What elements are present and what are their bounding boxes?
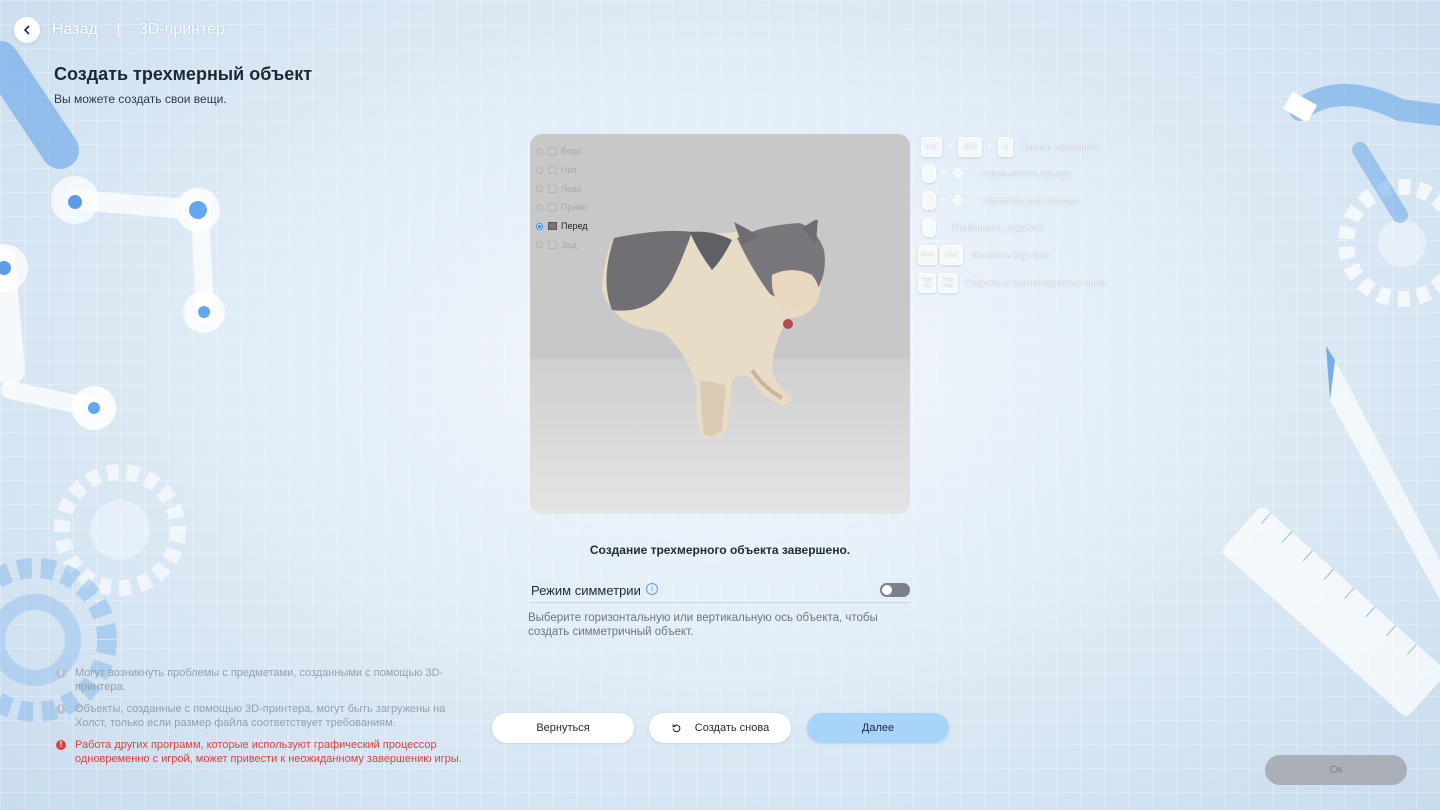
key-page-up: Page Up [918, 273, 936, 293]
shortcut-rotate-camera: + ✥ Изменить угол камеры [922, 191, 1079, 210]
cube-front-icon [548, 222, 557, 231]
shortcut-text: Приблизить, отдалить [952, 222, 1045, 233]
shortcut-up-down: Page Up Page Down Подняться выше/поднять… [918, 273, 1106, 293]
key-end: End [940, 245, 963, 265]
shortcut-text: Изменить угол камеры [983, 195, 1079, 206]
key-shift: Shift [957, 137, 982, 157]
radio-icon [536, 147, 543, 155]
view-option-top[interactable]: Верх [536, 142, 588, 161]
view-option-front[interactable]: Перед [536, 217, 588, 236]
breadcrumb-separator [117, 23, 119, 37]
page-title: Создать трехмерный объект [54, 64, 313, 84]
shortcut-text: Подняться выше/подняться ниже [966, 278, 1106, 288]
cube-left-icon [548, 184, 557, 193]
move-arrows-icon: ✥ [951, 165, 964, 181]
note-text: Работа других программ, которые использу… [75, 739, 462, 765]
cube-top-icon [548, 147, 557, 156]
view-option-bottom[interactable]: Низ [536, 161, 588, 180]
key-page-down: Page Down [938, 273, 958, 293]
radio-icon [536, 185, 543, 193]
plus-icon: + [941, 195, 947, 206]
top-bar: Назад 3D-принтер [14, 16, 225, 44]
model-preview-viewport[interactable]: Верх Низ Лево Право Перед Зад [530, 134, 910, 514]
return-button-label: Вернуться [536, 722, 590, 734]
key-home: Home [918, 245, 938, 265]
info-dot-icon: i [56, 704, 66, 714]
back-link[interactable]: Назад [52, 21, 98, 39]
view-option-right[interactable]: Право [536, 198, 588, 217]
back-arrow-button[interactable] [14, 17, 40, 43]
view-label: Низ [561, 165, 577, 176]
shortcut-wall-view: Home End Изменить вид стен [918, 245, 1050, 265]
info-icon[interactable]: i [646, 583, 658, 595]
shortcut-move-camera: + ✥ Переместить камеру [922, 164, 1071, 183]
radio-icon [536, 241, 543, 249]
page-subtitle: Вы можете создать свои вещи. [54, 92, 227, 106]
view-label: Лево [561, 183, 582, 194]
view-label: Верх [561, 146, 582, 157]
ok-button[interactable]: Ок [1265, 755, 1407, 785]
radio-icon [536, 203, 543, 211]
symmetry-description: Выберите горизонтальную или вертикальную… [528, 612, 878, 638]
chevron-left-icon [24, 25, 30, 35]
note-text: Объекты, созданные с помощью 3D-принтера… [75, 703, 446, 729]
plus-icon: + [946, 141, 953, 153]
next-button[interactable]: Далее [807, 713, 949, 743]
return-button[interactable]: Вернуться [492, 713, 634, 743]
move-arrows-icon: ✥ [951, 192, 964, 208]
cube-back-icon [548, 240, 557, 249]
mouse-right-icon [922, 191, 936, 210]
cube-right-icon [548, 203, 557, 212]
radio-selected-icon [536, 222, 543, 230]
mouse-wheel-icon [922, 218, 936, 237]
view-option-back[interactable]: Зад [536, 235, 588, 254]
completion-message: Создание трехмерного объекта завершено. [589, 543, 851, 557]
cat-3d-model [602, 220, 825, 439]
view-label: Право [561, 202, 588, 213]
symmetry-mode-label: Режим симметрии [531, 583, 641, 598]
symmetry-toggle[interactable] [880, 583, 910, 597]
view-label: Зад [561, 239, 577, 250]
symmetry-mode-row: Режим симметрии i [530, 582, 910, 603]
shortcut-text: Изменить вид стен [970, 250, 1050, 260]
next-button-label: Далее [861, 722, 895, 734]
shortcut-text: Скрыть интерфейс [1020, 142, 1100, 152]
view-selector: Верх Низ Лево Право Перед Зад [536, 142, 588, 254]
plus-icon: + [941, 168, 947, 179]
radio-icon [536, 166, 543, 174]
breadcrumb: 3D-принтер [138, 21, 225, 38]
warning-icon: ! [56, 740, 66, 750]
refresh-icon [672, 723, 681, 732]
key-u: U [997, 137, 1013, 157]
view-option-left[interactable]: Лево [536, 179, 588, 198]
info-dot-icon: i [56, 668, 66, 678]
cube-bottom-icon [548, 166, 557, 175]
note-warning: ! Работа других программ, которые исполь… [56, 738, 470, 766]
shortcut-hide-ui: Ctrl + Shift + U Скрыть интерфейс [921, 137, 1100, 157]
ok-button-label: Ок [1329, 764, 1343, 776]
note-info: i Могут возникнуть проблемы с предметами… [56, 666, 470, 694]
key-ctrl: Ctrl [921, 137, 942, 157]
shortcut-zoom: Приблизить, отдалить [922, 218, 1044, 237]
create-again-button[interactable]: Создать снова [649, 713, 791, 743]
note-text: Могут возникнуть проблемы с предметами, … [75, 667, 444, 693]
note-info: i Объекты, созданные с помощью 3D-принте… [56, 702, 470, 730]
shortcut-text: Переместить камеру [983, 168, 1071, 179]
view-label: Перед [561, 221, 588, 232]
plus-icon: + [986, 141, 993, 153]
mouse-left-icon [922, 164, 936, 183]
create-again-label: Создать снова [694, 722, 770, 734]
